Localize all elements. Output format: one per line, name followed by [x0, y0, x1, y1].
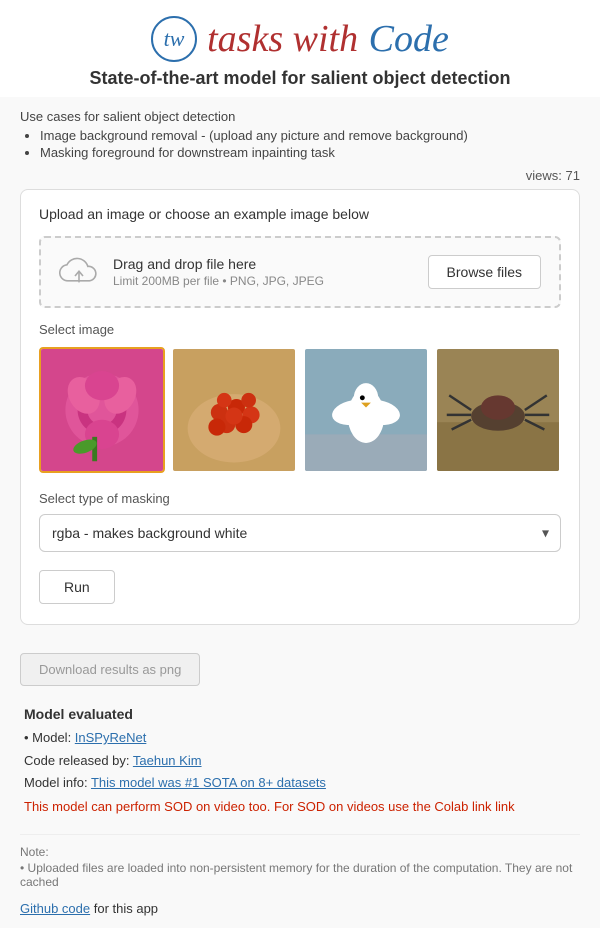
logo-title-row: tw tasks with Code	[151, 16, 449, 62]
note-heading: Note:	[20, 845, 580, 859]
model-info-title: Model evaluated	[24, 706, 576, 722]
model-info-link[interactable]: This model was #1 SOTA on 8+ datasets	[91, 775, 326, 790]
image-thumb-rose[interactable]	[39, 347, 165, 473]
site-title: tasks with Code	[207, 17, 449, 61]
masking-section: Select type of masking rgba - makes back…	[39, 491, 561, 552]
dropzone-left: Drag and drop file here Limit 200MB per …	[59, 254, 324, 290]
image-thumb-seagull[interactable]	[303, 347, 429, 473]
github-link-row: Github code for this app	[20, 901, 580, 916]
masking-label: Select type of masking	[39, 491, 561, 506]
code-label: Code released by:	[24, 753, 133, 768]
model-info-row: Model info: This model was #1 SOTA on 8+…	[24, 773, 576, 793]
cloud-upload-icon	[59, 254, 99, 290]
masking-select-wrapper: rgba - makes background white binary mas…	[39, 514, 561, 552]
views-count: views: 71	[20, 168, 580, 183]
code-author-link[interactable]: Taehun Kim	[133, 753, 202, 768]
dropzone[interactable]: Drag and drop file here Limit 200MB per …	[39, 236, 561, 308]
run-button[interactable]: Run	[39, 570, 115, 604]
dropzone-sub-text: Limit 200MB per file • PNG, JPG, JPEG	[113, 274, 324, 288]
upload-box-title: Upload an image or choose an example ima…	[39, 206, 561, 222]
image-thumb-insect[interactable]	[435, 347, 561, 473]
image-grid	[39, 347, 561, 473]
github-suffix: for this app	[90, 901, 158, 916]
use-case-item-2: Masking foreground for downstream inpain…	[40, 145, 580, 160]
model-info: Model evaluated • Model: InSPyReNet Code…	[20, 706, 580, 816]
code-author-row: Code released by: Taehun Kim	[24, 751, 576, 771]
use-cases: Use cases for salient object detection I…	[20, 109, 580, 160]
dropzone-main-text: Drag and drop file here	[113, 256, 324, 272]
download-button[interactable]: Download results as png	[20, 653, 200, 686]
svg-text:tw: tw	[164, 26, 185, 51]
use-cases-heading: Use cases for salient object detection	[20, 109, 580, 124]
browse-files-button[interactable]: Browse files	[428, 255, 541, 289]
model-name-link[interactable]: InSPyReNet	[75, 730, 147, 745]
upload-box: Upload an image or choose an example ima…	[20, 189, 580, 625]
select-image-label: Select image	[39, 322, 561, 337]
dropzone-text: Drag and drop file here Limit 200MB per …	[113, 256, 324, 288]
model-info-label: Model info:	[24, 775, 91, 790]
model-label: • Model:	[24, 730, 75, 745]
note-text: • Uploaded files are loaded into non-per…	[20, 861, 580, 889]
site-title-tasks: tasks with	[207, 18, 358, 60]
image-thumb-berries[interactable]	[171, 347, 297, 473]
logo-icon: tw	[151, 16, 197, 62]
header: tw tasks with Code State-of-the-art mode…	[0, 0, 600, 97]
masking-select[interactable]: rgba - makes background white binary mas…	[39, 514, 561, 552]
model-name-row: • Model: InSPyReNet	[24, 728, 576, 748]
main-content: Use cases for salient object detection I…	[0, 97, 600, 928]
use-case-item-1: Image background removal - (upload any p…	[40, 128, 580, 143]
site-title-code: Code	[369, 18, 449, 60]
note-section: Note: • Uploaded files are loaded into n…	[20, 834, 580, 889]
red-text-row: This model can perform SOD on video too.…	[24, 797, 576, 817]
github-link[interactable]: Github code	[20, 901, 90, 916]
page-title: State-of-the-art model for salient objec…	[89, 68, 510, 89]
